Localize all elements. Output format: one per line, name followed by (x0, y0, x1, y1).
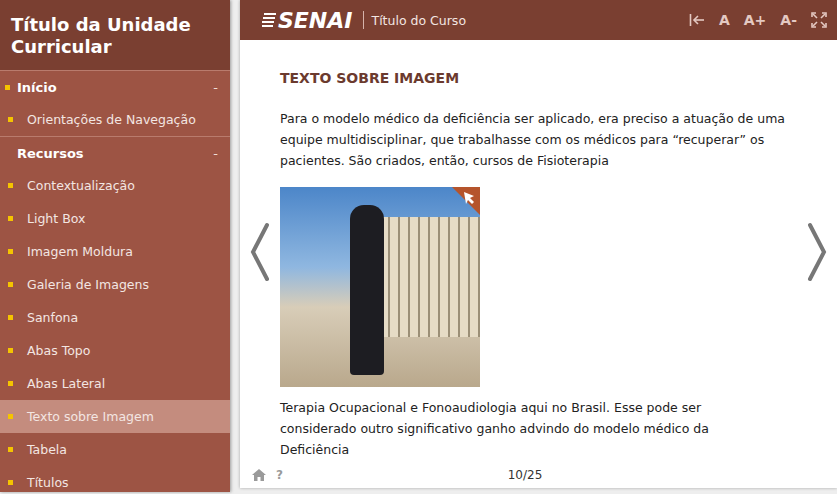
prev-column (240, 40, 280, 464)
font-size-button[interactable]: A- (780, 12, 797, 28)
section-bullet (5, 85, 10, 90)
collapse-toggle[interactable]: - (213, 80, 218, 95)
collapse-toggle[interactable]: - (213, 146, 218, 161)
item-bullet (8, 480, 13, 485)
gutter (230, 0, 240, 494)
sidebar-item[interactable]: Contextualização (0, 169, 230, 202)
sidebar-item[interactable]: Imagem Moldura (0, 235, 230, 268)
toolbar: A A+ A- (689, 12, 827, 28)
font-size-button[interactable]: A (719, 12, 730, 28)
item-bullet (8, 447, 13, 452)
sidebar-item[interactable]: Títulos (0, 466, 230, 492)
unit-title: Título da Unidade Curricular (0, 0, 230, 70)
section-label: Recursos (17, 146, 213, 161)
font-size-button[interactable]: A+ (744, 12, 767, 28)
fullscreen-icon[interactable] (811, 12, 827, 28)
item-bullet (8, 315, 13, 320)
next-arrow-icon[interactable] (806, 222, 828, 282)
item-bullet (8, 249, 13, 254)
content: TEXTO SOBRE IMAGEM Para o modelo médico d… (280, 40, 797, 464)
sidebar-item[interactable]: Tabela (0, 433, 230, 466)
collapse-menu-icon[interactable] (689, 13, 705, 27)
item-label: Abas Topo (27, 343, 90, 358)
next-column (797, 40, 837, 464)
item-label: Galeria de Imagens (27, 277, 149, 292)
item-label: Orientações de Navegação (27, 112, 196, 127)
item-label: Texto sobre Imagem (27, 409, 154, 424)
sidebar-item[interactable]: Light Box (0, 202, 230, 235)
section-header[interactable]: Recursos- (0, 137, 230, 169)
cursor-badge-icon[interactable] (452, 187, 480, 215)
sidebar-section: Início- Orientações de Navegação (0, 70, 230, 136)
home-icon[interactable] (252, 469, 266, 481)
section-header[interactable]: Início- (0, 71, 230, 103)
course-title: Título do Curso (372, 13, 689, 28)
sidebar-item[interactable]: Sanfona (0, 301, 230, 334)
help-button[interactable]: ? (276, 468, 283, 482)
item-bullet (8, 414, 13, 419)
prev-arrow-icon[interactable] (249, 222, 271, 282)
photo-figure (350, 205, 384, 375)
item-label: Abas Lateral (27, 376, 105, 391)
page-counter: 10/25 (283, 468, 767, 482)
sidebar-item[interactable]: Abas Topo (0, 334, 230, 367)
page-body: TEXTO SOBRE IMAGEM Para o modelo médico d… (240, 40, 837, 464)
sidebar-item[interactable]: Galeria de Imagens (0, 268, 230, 301)
item-bullet (8, 216, 13, 221)
header-bar: SENAI Título do Curso A A+ A- (240, 0, 837, 40)
sidebar-item[interactable]: Texto sobre Imagem (0, 400, 230, 433)
item-bullet (8, 183, 13, 188)
section-label: Início (17, 80, 213, 95)
course-panel: SENAI Título do Curso A A+ A- TEXTO SOBRE IMA… (240, 0, 837, 488)
item-label: Light Box (27, 211, 85, 226)
sidebar-item[interactable]: Orientações de Navegação (0, 103, 230, 136)
sidebar-item[interactable]: Abas Lateral (0, 367, 230, 400)
logo-stripes-icon (262, 11, 276, 29)
photo[interactable] (280, 187, 480, 387)
item-bullet (8, 117, 13, 122)
item-label: Contextualização (27, 178, 135, 193)
senai-logo: SENAI (262, 8, 353, 33)
item-bullet (8, 381, 13, 386)
item-label: Sanfona (27, 310, 78, 325)
item-label: Tabela (27, 442, 67, 457)
header-divider (363, 11, 364, 29)
paragraph: Para o modelo médico da deficiência ser … (280, 108, 797, 171)
footer: ?10/25 (240, 464, 837, 488)
item-bullet (8, 282, 13, 287)
sidebar-section: Recursos- Contextualização Light Box Imagem… (0, 136, 230, 492)
item-bullet (8, 348, 13, 353)
item-label: Imagem Moldura (27, 244, 133, 259)
page-heading: TEXTO SOBRE IMAGEM (280, 70, 797, 86)
item-label: Títulos (27, 475, 69, 490)
logo-text: SENAI (278, 8, 353, 33)
sidebar: Título da Unidade CurricularInício-Orien… (0, 0, 230, 492)
paragraph: Terapia Ocupacional e Fonoaudiologia aqu… (280, 397, 750, 460)
